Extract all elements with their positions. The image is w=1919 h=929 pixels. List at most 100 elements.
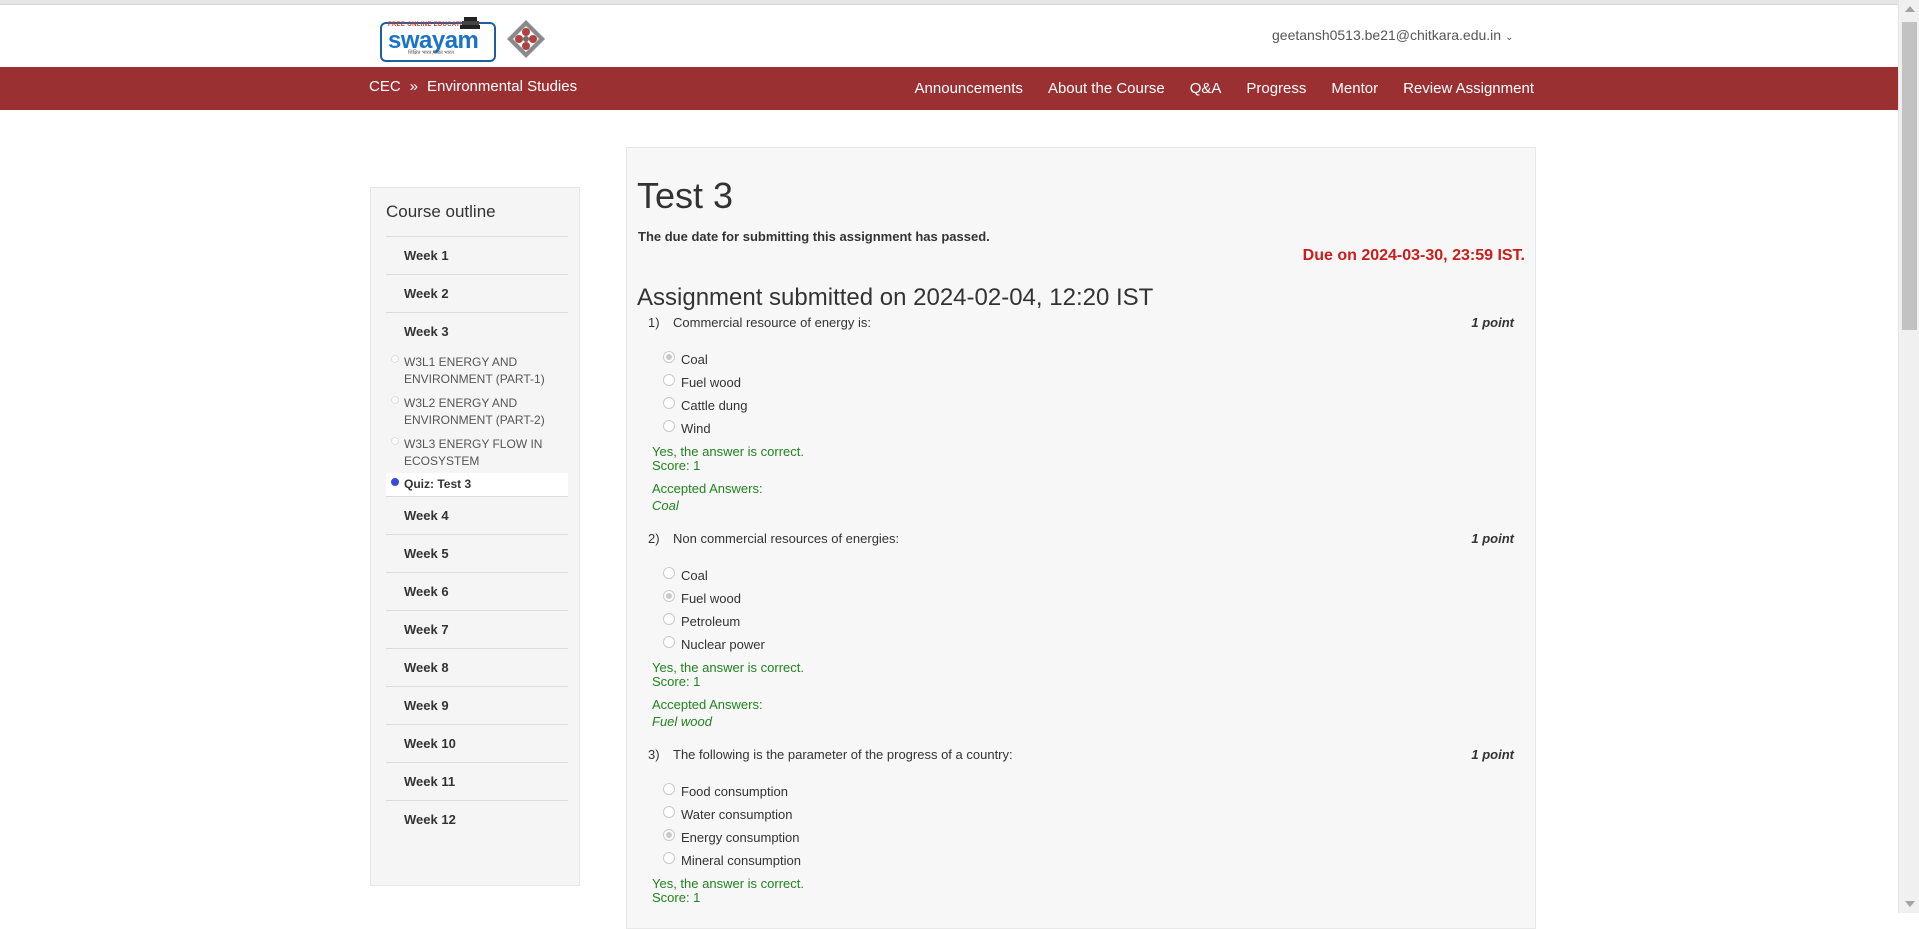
unit-status-dot-icon <box>391 355 399 363</box>
sidebar-item-week-7[interactable]: Week 7 <box>386 610 568 648</box>
due-date: Due on 2024-03-30, 23:59 IST. <box>1302 247 1525 264</box>
ministry-emblem-icon <box>507 20 545 58</box>
radio-button[interactable] <box>663 805 675 818</box>
question-points: 1 point <box>1471 315 1514 330</box>
nav-about-course[interactable]: About the Course <box>1048 80 1165 97</box>
breadcrumb-root[interactable]: CEC <box>369 78 401 95</box>
radio-button[interactable] <box>663 589 675 602</box>
answer-option[interactable]: Energy consumption <box>663 826 1524 849</box>
answer-option[interactable]: Water consumption <box>663 803 1524 826</box>
question-header: 2) Non commercial resources of energies: 1… <box>648 531 1524 551</box>
unit-status-dot-icon <box>391 437 399 445</box>
course-navbar: CEC » Environmental Studies Announcements … <box>0 67 1898 110</box>
nav-mentor[interactable]: Mentor <box>1331 80 1378 97</box>
sidebar-item-week-5[interactable]: Week 5 <box>386 534 568 572</box>
feedback-text: Yes, the answer is correct. <box>652 876 804 891</box>
answer-option[interactable]: Wind <box>663 417 1524 440</box>
accepted-answers: Accepted Answers: Fuel wood <box>652 696 1524 730</box>
swayam-logo[interactable]: FREE ONLINE EDUCATION swayam शिक्षित भार… <box>380 12 496 62</box>
answer-option-label: Fuel wood <box>681 591 741 606</box>
answer-option-label: Energy consumption <box>681 830 800 845</box>
sidebar-item-week-3[interactable]: Week 3 <box>386 312 568 350</box>
nav-announcements[interactable]: Announcements <box>915 80 1023 97</box>
question-2: 2) Non commercial resources of energies: 1… <box>648 531 1524 730</box>
radio-button[interactable] <box>663 396 675 409</box>
course-outline-title: Course outline <box>386 202 496 221</box>
feedback-text: Yes, the answer is correct. <box>652 660 804 675</box>
radio-button[interactable] <box>663 419 675 432</box>
answer-option[interactable]: Nuclear power <box>663 633 1524 656</box>
unit-status-dot-icon <box>391 396 399 404</box>
answer-option[interactable]: Fuel wood <box>663 587 1524 610</box>
sidebar-unit-item[interactable]: W3L2 ENERGY AND ENVIRONMENT (PART-2) <box>386 391 568 432</box>
sidebar-item-week-6[interactable]: Week 6 <box>386 572 568 610</box>
sidebar-item-quiz-test-3[interactable]: Quiz: Test 3 <box>386 473 568 496</box>
question-text: Non commercial resources of energies: <box>673 531 900 546</box>
chevron-down-icon: ⌄ <box>1505 32 1514 43</box>
sidebar-item-week-9[interactable]: Week 9 <box>386 686 568 724</box>
answer-option[interactable]: Coal <box>663 564 1524 587</box>
question-text: Commercial resource of energy is: <box>673 315 871 330</box>
radio-button[interactable] <box>663 782 675 795</box>
answer-option[interactable]: Petroleum <box>663 610 1524 633</box>
score-text: Score: 1 <box>652 674 701 689</box>
site-header: FREE ONLINE EDUCATION swayam शिक्षित भार… <box>0 5 1898 67</box>
course-nav-links: Announcements About the Course Q&A Progr… <box>890 67 1534 110</box>
sidebar-unit-item[interactable]: W3L3 ENERGY FLOW IN ECOSYSTEM <box>386 432 568 473</box>
submission-status: Assignment submitted on 2024-02-04, 12:2… <box>637 284 1154 311</box>
answer-option-label: Coal <box>681 568 708 583</box>
radio-button[interactable] <box>663 350 675 363</box>
course-outline: Course outline Week 1 Week 2 Week 3 W3L1 EN… <box>370 187 580 886</box>
radio-button[interactable] <box>663 851 675 864</box>
scroll-thumb[interactable] <box>1902 22 1917 330</box>
question-number: 3) <box>648 747 660 762</box>
accepted-answers-label: Accepted Answers: <box>652 481 763 496</box>
sidebar-unit-label: W3L3 ENERGY FLOW IN ECOSYSTEM <box>404 437 543 468</box>
answer-options: Food consumption Water consumption Energy … <box>663 780 1524 872</box>
radio-button[interactable] <box>663 373 675 386</box>
answer-option-label: Food consumption <box>681 784 788 799</box>
sidebar-item-week-1[interactable]: Week 1 <box>386 236 568 274</box>
sidebar-item-week-8[interactable]: Week 8 <box>386 648 568 686</box>
answer-option-label: Fuel wood <box>681 375 741 390</box>
breadcrumb-separator: » <box>409 78 419 95</box>
answer-option[interactable]: Fuel wood <box>663 371 1524 394</box>
answer-option[interactable]: Coal <box>663 348 1524 371</box>
assignment-panel: Test 3 The due date for submitting this … <box>626 147 1536 929</box>
answer-option[interactable]: Mineral consumption <box>663 849 1524 872</box>
sidebar-unit-item[interactable]: W3L1 ENERGY AND ENVIRONMENT (PART-1) <box>386 350 568 391</box>
user-email: geetansh0513.be21@chitkara.edu.in <box>1272 27 1502 43</box>
sidebar-item-week-10[interactable]: Week 10 <box>386 724 568 762</box>
radio-button[interactable] <box>663 612 675 625</box>
question-points: 1 point <box>1471 747 1514 762</box>
answer-option-label: Water consumption <box>681 807 793 822</box>
sidebar-unit-label: W3L1 ENERGY AND ENVIRONMENT (PART-1) <box>404 355 545 386</box>
page-scrollbar[interactable] <box>1898 0 1919 913</box>
sidebar-item-week-11[interactable]: Week 11 <box>386 762 568 800</box>
nav-qa[interactable]: Q&A <box>1190 80 1222 97</box>
answer-option[interactable]: Food consumption <box>663 780 1524 803</box>
nav-progress[interactable]: Progress <box>1246 80 1306 97</box>
active-dot-icon <box>391 478 399 486</box>
radio-button[interactable] <box>663 635 675 648</box>
course-outline-list: Week 1 Week 2 Week 3 W3L1 ENERGY AND ENVIRO… <box>386 236 568 838</box>
assignment-title: Test 3 <box>637 175 734 216</box>
sidebar-item-week-2[interactable]: Week 2 <box>386 274 568 312</box>
radio-button[interactable] <box>663 566 675 579</box>
answer-option[interactable]: Cattle dung <box>663 394 1524 417</box>
sidebar-item-week-12[interactable]: Week 12 <box>386 800 568 838</box>
sidebar-item-week-4[interactable]: Week 4 <box>386 496 568 534</box>
due-passed-notice: The due date for submitting this assignm… <box>638 229 990 244</box>
radio-button[interactable] <box>663 828 675 841</box>
answer-option-label: Mineral consumption <box>681 853 801 868</box>
user-menu[interactable]: geetansh0513.be21@chitkara.edu.in ⌄ <box>1272 27 1513 43</box>
scroll-up-arrow-icon[interactable] <box>1905 6 1915 12</box>
scroll-down-arrow-icon[interactable] <box>1905 901 1915 907</box>
accepted-answer-value: Coal <box>652 498 679 513</box>
sidebar-unit-label: Quiz: Test 3 <box>404 477 472 491</box>
breadcrumb-course[interactable]: Environmental Studies <box>427 78 577 95</box>
question-points: 1 point <box>1471 531 1514 546</box>
nav-review-assignment[interactable]: Review Assignment <box>1403 80 1534 97</box>
question-1: 1) Commercial resource of energy is: 1 poi… <box>648 315 1524 514</box>
question-text: The following is the parameter of the pr… <box>673 747 1013 762</box>
